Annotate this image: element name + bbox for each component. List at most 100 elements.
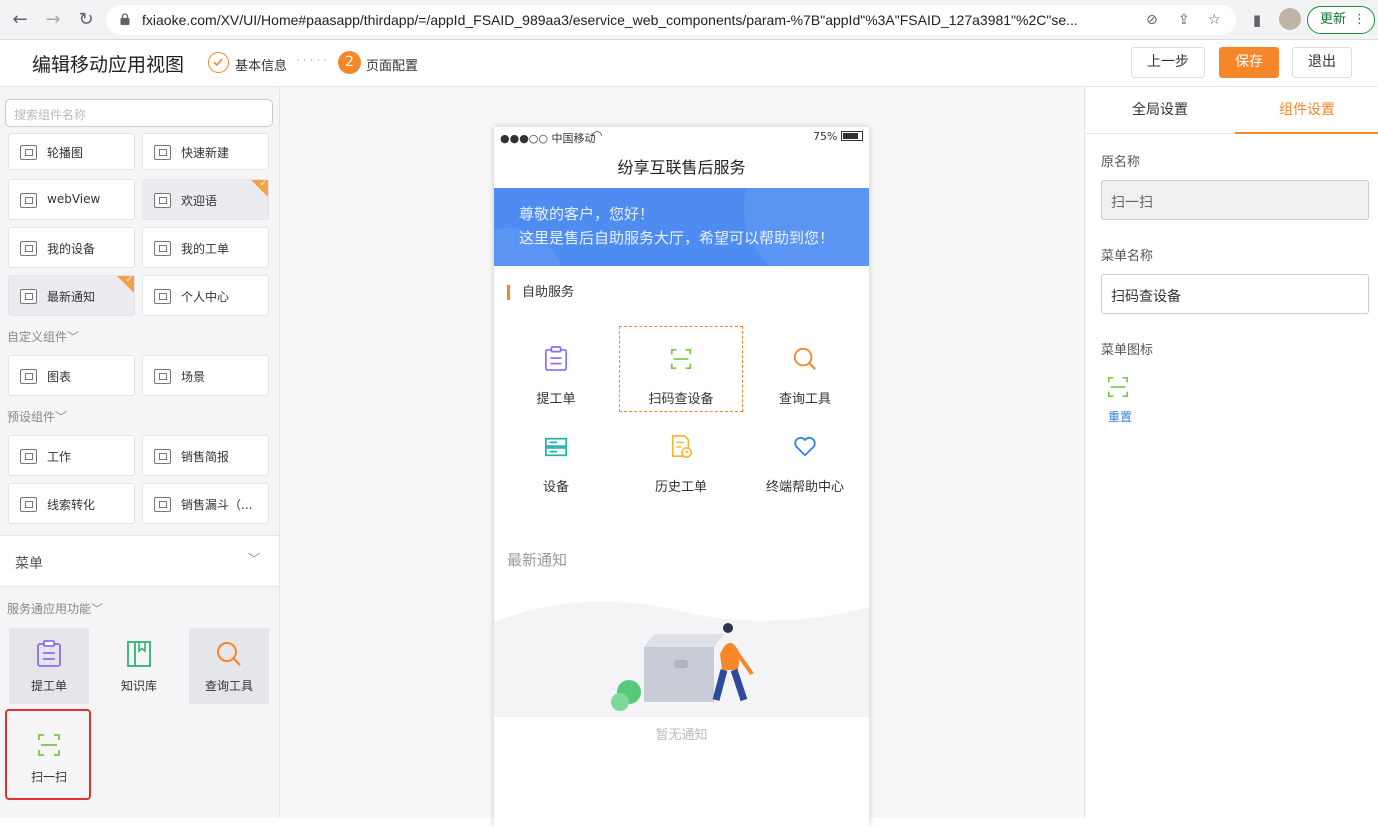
reset-icon-link[interactable]: 重置 xyxy=(1108,408,1132,425)
component-label: 场景 xyxy=(181,370,206,384)
component-panel: 搜索组件名称 轮播图 快速新建 webView 欢迎语 我的设备 我的工单 最新… xyxy=(0,87,280,818)
function-label: 查询工具 xyxy=(204,679,253,693)
avatar[interactable] xyxy=(1279,8,1301,30)
selected-corner-badge xyxy=(117,275,134,293)
component-label: 销售漏斗（... xyxy=(181,498,253,512)
settings-tabs: 全局设置 组件设置 xyxy=(1085,87,1378,134)
component-label: 销售简报 xyxy=(181,450,230,464)
component-item[interactable]: 场景 xyxy=(142,355,269,396)
component-search-input[interactable]: 搜索组件名称 xyxy=(5,99,273,127)
update-button[interactable]: 更新 ⋮ xyxy=(1307,6,1375,34)
custom-section-header[interactable]: 自定义组件﹀ xyxy=(7,328,79,345)
check-circle-icon xyxy=(208,52,229,73)
component-item[interactable]: 图表 xyxy=(8,355,135,396)
component-label: 轮播图 xyxy=(47,146,84,160)
share-icon[interactable]: ⇪ xyxy=(1178,12,1190,28)
component-item[interactable]: 个人中心 xyxy=(142,275,269,316)
sidebar-toggle-icon[interactable]: ▮ xyxy=(1246,9,1268,31)
component-item[interactable]: 我的设备 xyxy=(8,227,135,268)
menu-collapse-row[interactable]: 菜单 ﹀ xyxy=(0,535,279,587)
url-text: fxiaoke.com/XV/UI/Home#paasapp/thirdapp/… xyxy=(142,12,1078,28)
component-icon xyxy=(154,241,171,256)
save-button[interactable]: 保存 xyxy=(1219,47,1279,78)
device-icon xyxy=(545,437,567,457)
component-item[interactable]: webView xyxy=(8,179,135,220)
component-label: 图表 xyxy=(47,370,72,384)
highlight-annotation-box xyxy=(5,709,91,800)
service-tile[interactable]: 查询工具 xyxy=(743,326,867,412)
component-item[interactable]: 我的工单 xyxy=(142,227,269,268)
exit-button[interactable]: 退出 xyxy=(1292,47,1352,78)
chevron-down-icon: ﹀ xyxy=(55,410,68,424)
component-icon xyxy=(20,369,37,384)
menu-name-input[interactable]: 扫码查设备 xyxy=(1101,274,1369,314)
step-divider: ····· xyxy=(296,53,331,67)
component-item[interactable]: 销售漏斗（... xyxy=(142,483,269,524)
section-label: 服务通应用功能 xyxy=(7,602,92,616)
star-icon[interactable]: ☆ xyxy=(1208,12,1221,28)
reload-icon[interactable]: ↻ xyxy=(75,9,97,31)
component-label: 我的工单 xyxy=(181,242,230,256)
address-bar[interactable]: fxiaoke.com/XV/UI/Home#paasapp/thirdapp/… xyxy=(106,5,1236,35)
scan-icon xyxy=(670,348,692,370)
step-number-badge: 2 xyxy=(338,51,361,74)
service-tile[interactable]: 设备 xyxy=(494,414,618,500)
component-label: 欢迎语 xyxy=(181,194,218,208)
component-label: 最新通知 xyxy=(47,290,96,304)
forward-arrow-icon[interactable]: → xyxy=(42,9,64,31)
empty-state-illustration xyxy=(494,601,869,717)
tab-global-settings[interactable]: 全局设置 xyxy=(1085,87,1235,134)
camera-blocked-icon[interactable]: ⊘ xyxy=(1146,12,1158,28)
clipboard-icon xyxy=(545,346,567,371)
update-label: 更新 xyxy=(1320,12,1347,27)
component-item-selected[interactable]: 欢迎语 xyxy=(142,179,269,220)
prev-step-button[interactable]: 上一步 xyxy=(1131,47,1205,78)
tab-component-settings[interactable]: 组件设置 xyxy=(1235,87,1378,134)
clipboard-icon xyxy=(37,640,61,667)
back-arrow-icon[interactable]: ← xyxy=(9,9,31,31)
component-icon xyxy=(154,289,171,304)
section-label: 预设组件 xyxy=(7,410,56,424)
tile-label: 扫码查设备 xyxy=(648,392,714,407)
component-icon xyxy=(154,193,171,208)
history-ticket-icon xyxy=(671,435,692,458)
browser-toolbar: ← → ↻ fxiaoke.com/XV/UI/Home#paasapp/thi… xyxy=(0,0,1378,40)
page-title: 编辑移动应用视图 xyxy=(32,54,185,76)
component-item[interactable]: 轮播图 xyxy=(8,133,135,170)
function-label: 知识库 xyxy=(120,679,157,693)
component-label: 快速新建 xyxy=(181,146,230,160)
chevron-down-icon: ﹀ xyxy=(91,602,104,616)
step-page-config[interactable]: 页面配置 xyxy=(366,55,418,74)
function-item-query[interactable]: 查询工具 xyxy=(189,628,269,704)
component-item[interactable]: 销售简报 xyxy=(142,435,269,476)
step-basic-info[interactable]: 基本信息 xyxy=(235,55,287,74)
component-icon xyxy=(154,145,171,160)
service-tile[interactable]: 历史工单 xyxy=(619,414,743,500)
phone-preview: ●●●○○ 中国移动 ◠ 75% 纷享互联售后服务 尊敬的客户，您好！ 这里是售… xyxy=(494,127,869,827)
banner-decor xyxy=(744,188,869,266)
component-icon xyxy=(20,145,37,160)
component-item[interactable]: 快速新建 xyxy=(142,133,269,170)
menu-name-label: 菜单名称 xyxy=(1101,249,1154,264)
component-item-selected[interactable]: 最新通知 xyxy=(8,275,135,316)
notice-section-title: 最新通知 xyxy=(507,551,568,569)
component-item[interactable]: 线索转化 xyxy=(8,483,135,524)
menu-icon-label: 菜单图标 xyxy=(1101,343,1154,358)
tile-label: 提工单 xyxy=(536,392,576,407)
scan-icon[interactable] xyxy=(1106,374,1130,400)
heart-icon xyxy=(794,437,816,457)
service-tile[interactable]: 提工单 xyxy=(494,326,618,412)
welcome-banner[interactable]: 尊敬的客户，您好！ 这里是售后自助服务大厅，希望可以帮助到您！ xyxy=(494,188,869,266)
function-item-knowledge[interactable]: 知识库 xyxy=(99,628,179,704)
preset-section-header[interactable]: 预设组件﹀ xyxy=(7,408,67,425)
component-icon xyxy=(20,449,37,464)
battery-text: 75% xyxy=(813,130,838,143)
service-tile[interactable]: 终端帮助中心 xyxy=(743,414,867,500)
service-section-header[interactable]: 服务通应用功能﹀ xyxy=(7,600,103,617)
component-label: 线索转化 xyxy=(47,498,96,512)
menu-label: 菜单 xyxy=(15,556,43,572)
app-header: 编辑移动应用视图 基本信息 ····· 2 页面配置 上一步 保存 退出 xyxy=(0,40,1378,87)
service-tile-selected[interactable]: 扫码查设备 xyxy=(619,326,743,412)
component-item[interactable]: 工作 xyxy=(8,435,135,476)
function-item-ticket[interactable]: 提工单 xyxy=(9,628,89,704)
